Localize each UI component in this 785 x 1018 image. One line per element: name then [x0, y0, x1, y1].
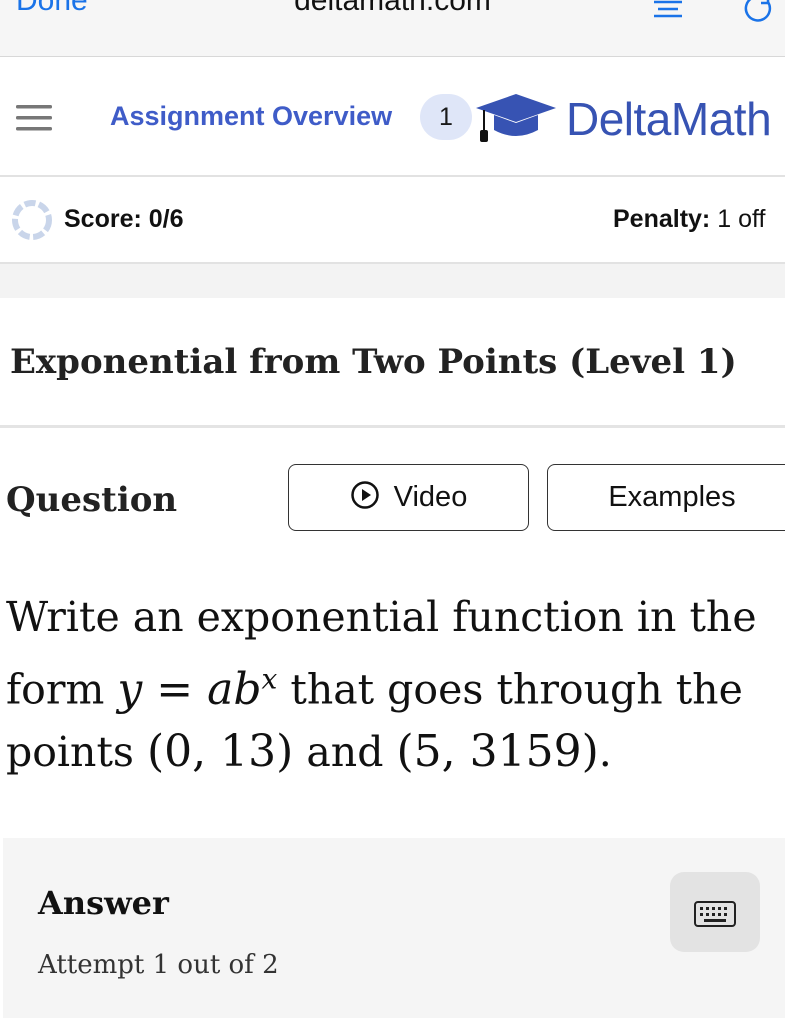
math-var: y — [117, 663, 143, 715]
browser-bar: deltamath.com Done — [0, 0, 785, 57]
assignment-overview-link[interactable]: Assignment Overview — [110, 101, 392, 132]
math-var: a — [207, 663, 234, 715]
problem-text-fragment: that goes through the — [290, 665, 743, 714]
play-icon — [350, 481, 379, 510]
point-1: (0, 13) — [147, 725, 294, 777]
attempt-counter: Attempt 1 out of 2 — [38, 950, 279, 980]
answer-heading: Answer — [38, 884, 169, 922]
graduation-cap-icon — [476, 94, 556, 142]
answer-panel — [3, 838, 785, 1018]
reader-icon[interactable] — [648, 0, 688, 26]
penalty-value: 1 off — [717, 205, 766, 233]
problem-text-fragment: and — [306, 727, 384, 776]
reload-icon[interactable] — [738, 0, 778, 24]
done-button[interactable]: Done — [16, 0, 88, 18]
problem-line-2: form y = abx that goes through the — [6, 648, 776, 721]
point-2: (5, 3159) — [396, 725, 599, 777]
progress-ring-icon — [12, 200, 52, 240]
math-operator: = — [142, 663, 208, 715]
divider — [0, 175, 785, 177]
problem-text-fragment: points — [6, 727, 134, 776]
score-text: Score: 0/6 — [64, 205, 184, 233]
math-exponent: x — [261, 662, 278, 695]
problem-text-fragment: form — [6, 665, 105, 714]
question-heading: Question — [6, 480, 178, 520]
problem-line-1: Write an exponential function in the — [6, 593, 757, 641]
problem-statement: Write an exponential function in the for… — [6, 586, 776, 783]
hamburger-icon[interactable] — [14, 98, 54, 138]
video-button[interactable]: Video — [288, 464, 529, 531]
keyboard-button[interactable] — [670, 872, 760, 952]
problem-text-fragment: . — [598, 727, 612, 776]
keyboard-icon — [694, 901, 736, 927]
divider — [0, 425, 785, 428]
examples-button[interactable]: Examples — [547, 464, 785, 531]
video-button-label: Video — [393, 481, 468, 513]
equation: y = abx — [117, 662, 278, 715]
deltamath-logo[interactable]: DeltaMath — [566, 92, 772, 146]
problem-title: Exponential from Two Points (Level 1) — [10, 342, 737, 382]
notification-badge[interactable]: 1 — [420, 94, 472, 140]
problem-line-3: points (0, 13) and (5, 3159). — [6, 721, 776, 783]
section-gap — [0, 264, 785, 298]
examples-button-label: Examples — [608, 481, 736, 513]
penalty-text: Penalty: 1 off — [613, 205, 765, 234]
math-var: b — [233, 663, 262, 715]
penalty-label: Penalty: — [613, 205, 711, 233]
